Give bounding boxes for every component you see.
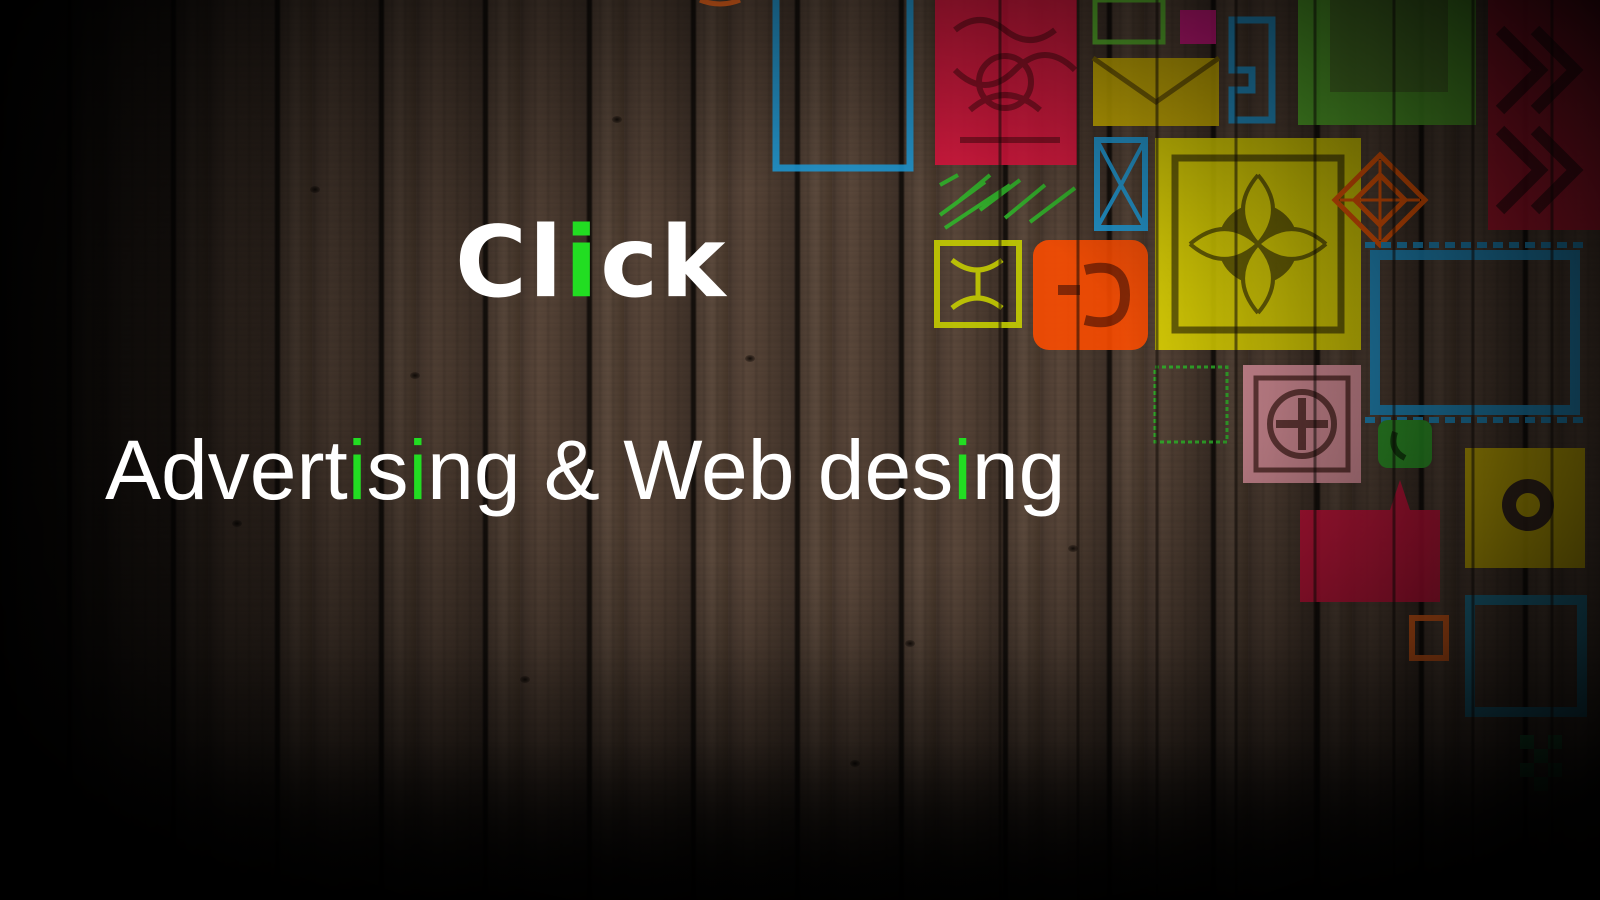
logo-accent-letter: i [564, 206, 601, 320]
tagline-accent-letter: i [408, 423, 428, 517]
tagline-text-part: s [366, 423, 409, 517]
tagline-text-part: ng & Web des [427, 423, 954, 517]
tagline-text-part: ng [971, 423, 1066, 517]
slide: Click Advertising & Web desing [0, 0, 1600, 900]
tagline-accent-letter: i [347, 423, 367, 517]
tagline: Advertising & Web desing [105, 420, 1065, 521]
logo-text-part: ck [600, 206, 728, 320]
brand-logo: Click [455, 205, 727, 323]
logo-text-part: Cl [455, 206, 565, 320]
tagline-text-part: Advert [105, 423, 348, 517]
tagline-accent-letter: i [953, 423, 972, 517]
